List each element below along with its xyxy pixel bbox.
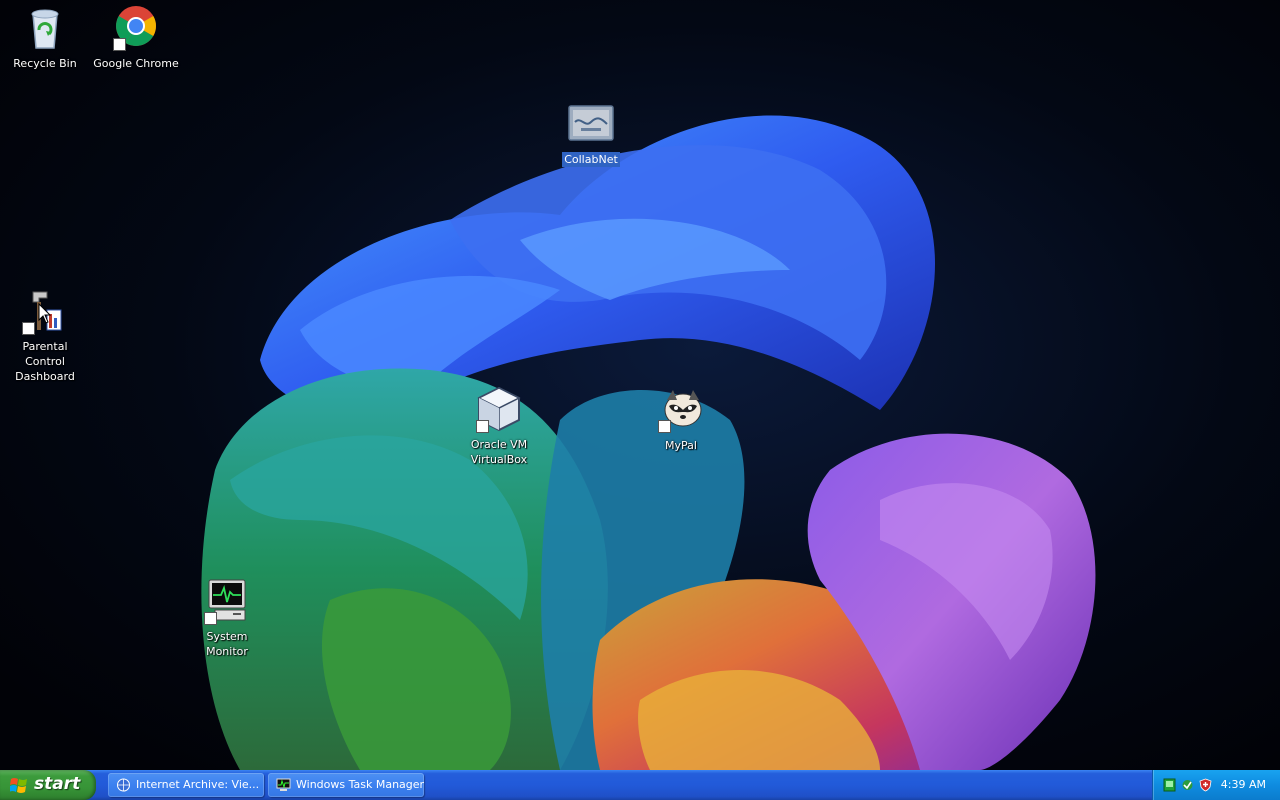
desktop-icon-label: Recycle Bin [13, 57, 77, 70]
desktop-icon-label: CollabNet [562, 152, 620, 167]
desktop-icon-mypal[interactable]: MyPal [636, 386, 726, 453]
security-shield-icon[interactable] [1199, 778, 1212, 792]
mouse-cursor-icon [38, 303, 52, 324]
desktop-icon-label: System Monitor [206, 630, 248, 658]
virtualbox-icon [475, 386, 523, 434]
globe-icon [117, 778, 130, 792]
mypal-raccoon-icon [657, 386, 705, 434]
desktop-icon-collabnet[interactable]: CollabNet [546, 100, 636, 167]
desktop-icon-recycle-bin[interactable]: Recycle Bin [0, 4, 90, 71]
taskbar: start Internet Archive: Vie... Windows T… [0, 770, 1280, 800]
system-tray: 4:39 AM [1152, 770, 1280, 800]
collabnet-icon [567, 100, 615, 148]
taskbar-button-internet-archive[interactable]: Internet Archive: Vie... [108, 773, 264, 797]
chrome-icon [112, 4, 160, 52]
start-label: start [34, 774, 81, 794]
shortcut-arrow-icon [22, 322, 35, 335]
desktop[interactable]: Recycle Bin Google Chrome CollabNet Pare… [0, 0, 1280, 770]
system-monitor-icon [203, 578, 251, 626]
desktop-icon-virtualbox[interactable]: Oracle VM VirtualBox [454, 386, 544, 467]
shortcut-arrow-icon [476, 420, 489, 433]
clock[interactable]: 4:39 AM [1221, 770, 1266, 800]
recycle-bin-icon [21, 4, 69, 52]
taskbar-button-label: Windows Task Manager [296, 778, 424, 791]
desktop-icon-google-chrome[interactable]: Google Chrome [91, 4, 181, 71]
shortcut-arrow-icon [113, 38, 126, 51]
desktop-icon-label: Parental Control Dashboard [15, 340, 75, 383]
update-icon[interactable] [1181, 778, 1194, 792]
start-button[interactable]: start [0, 770, 96, 800]
network-icon[interactable] [1163, 778, 1176, 792]
desktop-icon-label: Google Chrome [93, 57, 179, 70]
desktop-icon-system-monitor[interactable]: System Monitor [182, 578, 272, 659]
taskbar-button-label: Internet Archive: Vie... [136, 778, 260, 791]
shortcut-arrow-icon [204, 612, 217, 625]
desktop-icon-label: Oracle VM VirtualBox [470, 438, 528, 466]
windows-logo-icon [10, 778, 27, 793]
desktop-icon-label: MyPal [665, 439, 697, 452]
shortcut-arrow-icon [658, 420, 671, 433]
task-manager-icon [276, 778, 291, 791]
taskbar-button-task-manager[interactable]: Windows Task Manager [268, 773, 424, 797]
